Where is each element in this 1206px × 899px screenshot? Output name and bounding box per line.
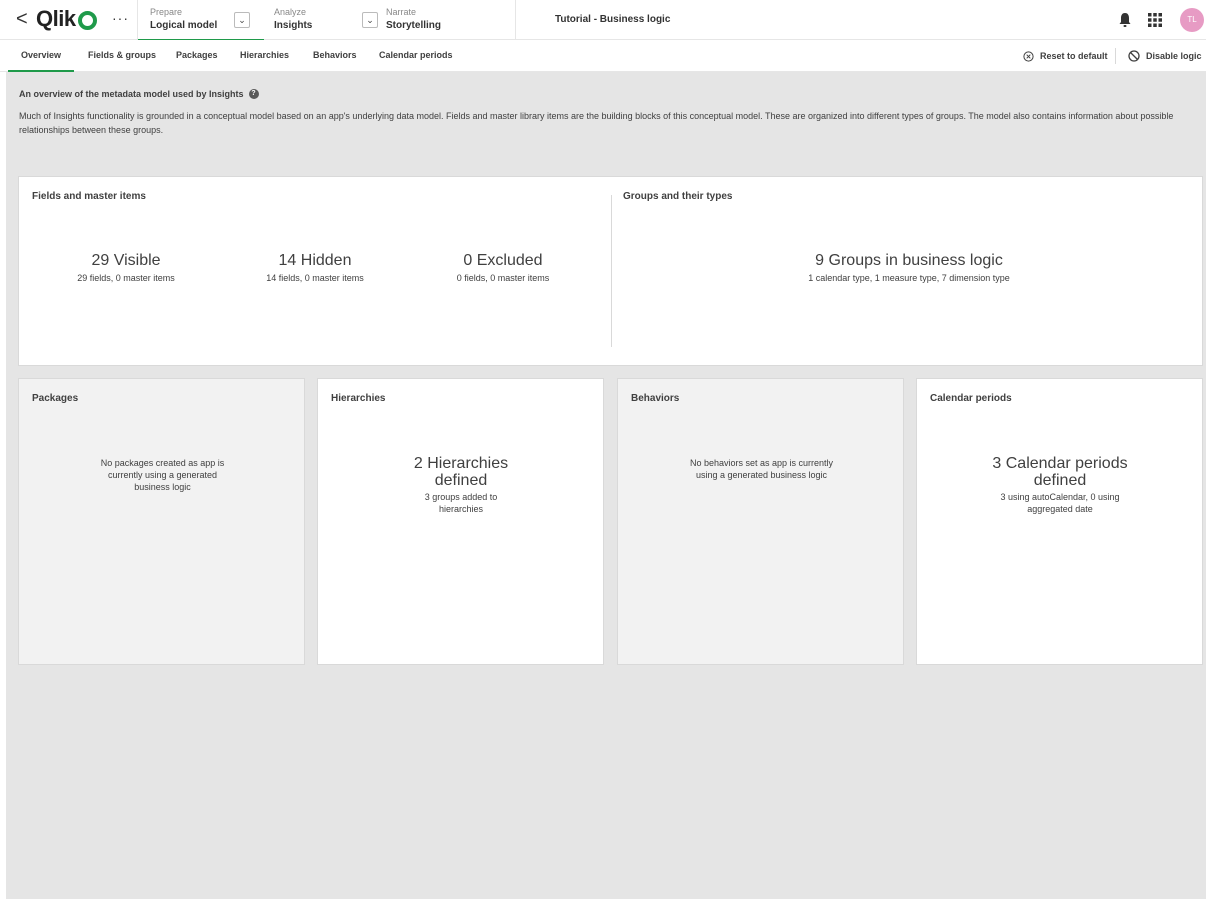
chevron-down-icon[interactable]: ⌄: [362, 12, 378, 28]
tab-packages[interactable]: Packages: [176, 40, 218, 72]
chevron-down-icon[interactable]: ⌄: [234, 12, 250, 28]
toolbar-divider: [1115, 48, 1116, 64]
stage-caption: Prepare: [150, 7, 183, 17]
visible-count: 29 Visible: [91, 252, 161, 269]
more-icon[interactable]: ···: [112, 10, 129, 26]
calendar-periods-card[interactable]: Calendar periods 3 Calendar periods defi…: [916, 378, 1203, 665]
hierarchies-card-title: Hierarchies: [331, 393, 386, 404]
intro-description: Much of Insights functionality is ground…: [19, 111, 1174, 135]
excluded-detail: 0 fields, 0 master items: [456, 273, 550, 283]
card-divider: [611, 195, 612, 347]
calendar-card-title: Calendar periods: [930, 393, 1012, 404]
stage-caption: Narrate: [386, 7, 417, 17]
back-icon[interactable]: <: [16, 9, 28, 29]
logo-text: Qlik: [36, 6, 76, 31]
hierarchies-detail: 3 groups added to hierarchies: [424, 492, 498, 514]
behaviors-message: No behaviors set as app is currently usi…: [689, 458, 834, 480]
tab-overview[interactable]: Overview: [8, 40, 74, 72]
packages-card[interactable]: Packages No packages created as app is c…: [18, 378, 305, 665]
avatar[interactable]: TL: [1180, 8, 1204, 32]
hierarchies-count: 2 Hierarchies defined: [413, 455, 509, 489]
grid-menu-icon[interactable]: [1148, 13, 1162, 27]
packages-message: No packages created as app is currently …: [100, 458, 225, 492]
groups-detail: 1 calendar type, 1 measure type, 7 dimen…: [808, 273, 1010, 283]
groups-count: 9 Groups in business logic: [815, 252, 1003, 269]
logo-q-icon: [77, 10, 97, 30]
hidden-count: 14 Hidden: [278, 252, 352, 269]
stage-name: Storytelling: [386, 20, 442, 31]
fields-groups-card: Fields and master items 29 Visible 29 fi…: [18, 176, 1203, 366]
tab-bar: Overview Fields & groups Packages Hierar…: [0, 40, 1206, 72]
help-icon[interactable]: ?: [248, 89, 259, 99]
hidden-stat: 14 Hidden 14 fields, 0 master items: [225, 251, 405, 284]
tab-hierarchies[interactable]: Hierarchies: [240, 40, 289, 72]
stage-name: Insights: [274, 20, 313, 31]
reset-to-default-button[interactable]: Reset to default: [1023, 40, 1108, 72]
stage-narrate[interactable]: Narrate Storytelling: [386, 0, 516, 40]
behaviors-card[interactable]: Behaviors No behaviors set as app is cur…: [617, 378, 904, 665]
reset-label: Reset to default: [1040, 50, 1108, 61]
bell-icon[interactable]: [1118, 12, 1132, 28]
hierarchies-kpi: 2 Hierarchies defined 3 groups added to …: [386, 455, 536, 515]
calendar-kpi: 3 Calendar periods defined 3 using autoC…: [985, 455, 1135, 515]
top-bar: < Qlik ··· Prepare Logical model ⌄ Analy…: [0, 0, 1206, 41]
disable-icon: [1128, 50, 1140, 62]
tab-calendar-periods[interactable]: Calendar periods: [379, 40, 453, 72]
stage-caption: Analyze: [274, 7, 307, 17]
tab-behaviors[interactable]: Behaviors: [313, 40, 357, 72]
behaviors-card-title: Behaviors: [631, 393, 680, 404]
fields-card-title: Fields and master items: [32, 191, 146, 202]
stage-name: Logical model: [150, 20, 218, 31]
disable-logic-button[interactable]: Disable logic: [1128, 40, 1202, 72]
excluded-count: 0 Excluded: [463, 252, 543, 269]
intro-title: An overview of the metadata model used b…: [19, 89, 244, 99]
app-title: Tutorial - Business logic: [555, 14, 671, 25]
tab-fields-groups[interactable]: Fields & groups: [88, 40, 156, 72]
overview-content: An overview of the metadata model used b…: [6, 72, 1206, 899]
disable-label: Disable logic: [1146, 50, 1202, 61]
intro-heading: An overview of the metadata model used b…: [19, 89, 259, 99]
calendar-count: 3 Calendar periods defined: [992, 455, 1128, 489]
hidden-detail: 14 fields, 0 master items: [266, 273, 364, 283]
visible-detail: 29 fields, 0 master items: [77, 273, 175, 283]
reset-icon: [1023, 50, 1034, 62]
calendar-detail: 3 using autoCalendar, 0 using aggregated…: [1000, 492, 1120, 514]
packages-card-title: Packages: [32, 393, 79, 404]
visible-stat: 29 Visible 29 fields, 0 master items: [36, 251, 216, 284]
hierarchies-card[interactable]: Hierarchies 2 Hierarchies defined 3 grou…: [317, 378, 604, 665]
groups-stat: 9 Groups in business logic 1 calendar ty…: [759, 251, 1059, 284]
excluded-stat: 0 Excluded 0 fields, 0 master items: [413, 251, 593, 284]
groups-card-title: Groups and their types: [623, 191, 733, 202]
qlik-logo[interactable]: Qlik: [36, 6, 97, 32]
